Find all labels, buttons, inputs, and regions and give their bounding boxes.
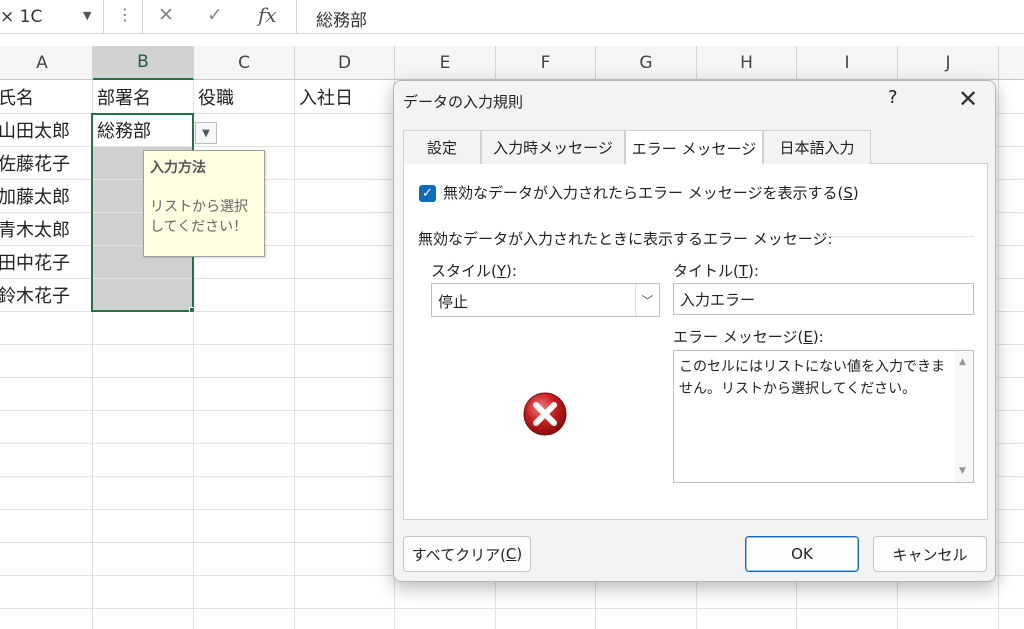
error-alert-panel: ✓ 無効なデータが入力されたらエラー メッセージを表示する(S) 無効なデータが… bbox=[403, 164, 988, 520]
clear-all-button[interactable]: すべてクリア(C) bbox=[403, 536, 531, 572]
cell-a5[interactable]: 青木太郎 bbox=[0, 212, 92, 245]
insert-function-icon[interactable]: fx bbox=[258, 3, 277, 27]
list-dropdown-button[interactable]: ▼ bbox=[195, 122, 217, 144]
column-header-i[interactable]: I bbox=[797, 46, 898, 80]
data-validation-dialog: データの入力規則 ? ✕ 設定 入力時メッセージ エラー メッセージ 日本語入力… bbox=[393, 80, 996, 582]
column-header-f[interactable]: F bbox=[496, 46, 596, 80]
dialog-tabs: 設定 入力時メッセージ エラー メッセージ 日本語入力 bbox=[403, 130, 988, 165]
close-button[interactable]: ✕ bbox=[950, 83, 986, 115]
column-headers: A B C D E F G H I J bbox=[0, 46, 1024, 80]
error-message-label: エラー メッセージ(E): bbox=[673, 328, 824, 346]
clear-all-label: すべてクリア( bbox=[411, 545, 506, 564]
input-message-body: リストから選択 してください！ bbox=[150, 197, 258, 237]
close-icon: ✕ bbox=[957, 85, 979, 113]
formula-input[interactable]: 総務部 bbox=[316, 6, 367, 31]
help-button[interactable]: ? bbox=[888, 87, 898, 108]
formula-bar-divider bbox=[142, 0, 143, 34]
formula-bar-divider bbox=[296, 0, 297, 34]
column-header-j[interactable]: J bbox=[898, 46, 999, 80]
check-icon: ✓ bbox=[422, 186, 433, 201]
chevron-down-icon: ▼ bbox=[202, 127, 210, 139]
tab-input-message[interactable]: 入力時メッセージ bbox=[481, 130, 625, 164]
column-header-d[interactable]: D bbox=[295, 46, 395, 80]
accelerator-key: C bbox=[505, 545, 517, 563]
column-header-h[interactable]: H bbox=[697, 46, 797, 80]
cell-a6[interactable]: 田中花子 bbox=[0, 245, 92, 278]
column-header-a[interactable]: A bbox=[0, 46, 93, 80]
cell-a7[interactable]: 鈴木花子 bbox=[0, 278, 92, 311]
show-error-checkbox[interactable]: ✓ bbox=[419, 185, 436, 202]
fill-handle[interactable] bbox=[189, 307, 195, 313]
confirm-entry-icon[interactable]: ✓ bbox=[207, 4, 223, 26]
error-message-text: このセルにはリストにない値を入力できま せん。リストから選択してください。 bbox=[679, 356, 949, 400]
formula-bar: × 1C ▼ ⋮ ✕ ✓ fx 総務部 bbox=[0, 0, 1024, 34]
accelerator-key: Y bbox=[496, 262, 507, 280]
accelerator-key: T bbox=[738, 262, 749, 280]
cell-a3[interactable]: 佐藤花子 bbox=[0, 146, 92, 179]
column-header-c[interactable]: C bbox=[194, 46, 295, 80]
input-message-title: 入力方法 bbox=[150, 160, 206, 176]
cell-a2[interactable]: 山田太郎 bbox=[0, 113, 92, 146]
scroll-down-icon[interactable]: ▼ bbox=[959, 466, 966, 476]
cell-d1[interactable]: 入社日 bbox=[295, 80, 394, 113]
textarea-scrollbar[interactable]: ▲ ▼ bbox=[955, 351, 973, 482]
title-label-text: タイトル( bbox=[673, 262, 739, 280]
cell-c1[interactable]: 役職 bbox=[194, 80, 294, 113]
show-error-checkbox-label[interactable]: 無効なデータが入力されたらエラー メッセージを表示する(S) bbox=[443, 182, 859, 203]
title-label: タイトル(T): bbox=[673, 262, 759, 280]
input-message-tooltip: 入力方法 リストから選択 してください！ bbox=[143, 150, 265, 257]
style-select-value: 停止 bbox=[438, 293, 469, 311]
tab-settings[interactable]: 設定 bbox=[403, 130, 481, 164]
formula-bar-gap bbox=[0, 34, 1024, 46]
style-label-text: スタイル( bbox=[431, 262, 497, 280]
tab-error-alert[interactable]: エラー メッセージ bbox=[625, 130, 763, 165]
cancel-button[interactable]: キャンセル bbox=[873, 536, 987, 572]
error-message-line: このセルにはリストにない値を入力できま bbox=[679, 359, 945, 375]
error-message-label-text: エラー メッセージ( bbox=[673, 328, 804, 346]
error-title-input[interactable] bbox=[673, 283, 974, 315]
cancel-entry-icon[interactable]: ✕ bbox=[158, 4, 174, 26]
dialog-title: データの入力規則 bbox=[403, 93, 524, 111]
grid-line bbox=[0, 608, 1024, 609]
column-header-e[interactable]: E bbox=[395, 46, 496, 80]
input-message-line: リストから選択 bbox=[150, 199, 248, 215]
chevron-down-icon: ﹀ bbox=[635, 284, 659, 316]
grid-line bbox=[998, 80, 999, 629]
checkbox-label-text: 無効なデータが入力されたらエラー メッセージを表示する( bbox=[443, 184, 844, 202]
scroll-up-icon[interactable]: ▲ bbox=[959, 357, 966, 367]
accelerator-key: E bbox=[803, 328, 813, 346]
section-divider bbox=[814, 236, 974, 237]
accelerator-key: S bbox=[843, 184, 853, 202]
cell-b1[interactable]: 部署名 bbox=[93, 80, 193, 113]
ok-button[interactable]: OK bbox=[745, 536, 859, 572]
style-label: スタイル(Y): bbox=[431, 262, 517, 280]
more-options-icon[interactable]: ⋮ bbox=[117, 5, 133, 24]
error-message-textarea[interactable]: このセルにはリストにない値を入力できま せん。リストから選択してください。 ▲ … bbox=[673, 350, 974, 483]
column-header-g[interactable]: G bbox=[596, 46, 697, 80]
cell-a4[interactable]: 加藤太郎 bbox=[0, 179, 92, 212]
cell-a1[interactable]: 氏名 bbox=[0, 80, 92, 113]
error-message-line: せん。リストから選択してください。 bbox=[679, 381, 917, 397]
style-select[interactable]: 停止 ﹀ bbox=[431, 283, 660, 317]
name-box-dropdown-icon[interactable]: ▼ bbox=[83, 9, 91, 22]
name-box[interactable]: × 1C ▼ bbox=[0, 0, 104, 34]
error-stop-icon bbox=[523, 392, 567, 436]
section-label: 無効なデータが入力されたときに表示するエラー メッセージ: bbox=[418, 230, 833, 248]
column-header-b[interactable]: B bbox=[93, 46, 194, 80]
name-box-text: × 1C bbox=[0, 7, 43, 27]
input-message-line: してください！ bbox=[150, 219, 248, 235]
tab-ime-mode[interactable]: 日本語入力 bbox=[763, 130, 871, 164]
grid-line bbox=[294, 80, 295, 629]
